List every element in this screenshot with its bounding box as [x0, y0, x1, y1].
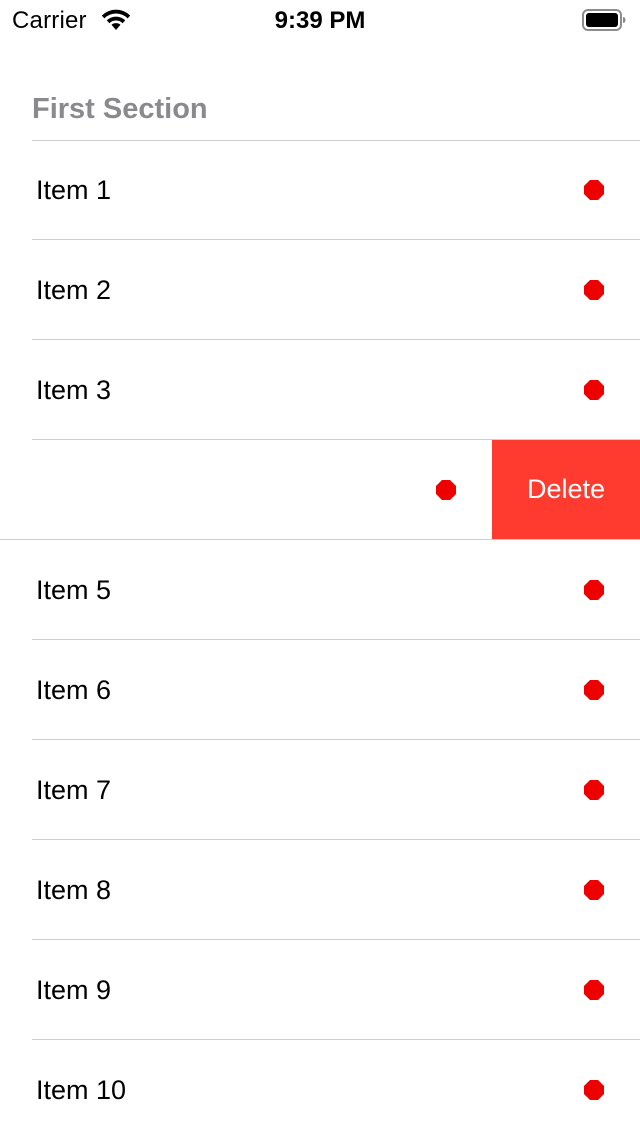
table-row[interactable]: Item 2 [0, 240, 640, 340]
row-label: Item 1 [36, 175, 112, 205]
table-row[interactable]: Item 7 [0, 740, 640, 840]
table-row[interactable]: Item 5 [0, 540, 640, 640]
row-content[interactable]: Item 7 [0, 740, 640, 840]
red-diamond-icon [584, 1080, 604, 1100]
row-label: Item 7 [36, 775, 112, 805]
row-content[interactable]: Item 3 [0, 340, 640, 440]
table-row[interactable]: Item 1 [0, 140, 640, 240]
row-content[interactable]: Item 1 [0, 140, 640, 240]
table-row[interactable]: Item 8 [0, 840, 640, 940]
red-diamond-icon [584, 180, 604, 200]
red-diamond-icon [584, 580, 604, 600]
delete-button[interactable]: Delete [492, 440, 640, 539]
row-content[interactable]: Item 2 [0, 240, 640, 340]
row-label: Item 2 [36, 275, 112, 305]
red-diamond-icon [584, 980, 604, 1000]
row-content[interactable]: Item 9 [0, 940, 640, 1040]
red-diamond-icon [436, 480, 456, 500]
section-header: First Section [32, 93, 208, 125]
table-row[interactable]: Item 6 [0, 640, 640, 740]
row-label: Item 8 [36, 875, 112, 905]
red-diamond-icon [584, 780, 604, 800]
row-content[interactable]: Item 5 [0, 540, 640, 640]
row-label: Item 6 [36, 675, 112, 705]
battery-icon [582, 9, 626, 31]
row-content[interactable]: Item 8 [0, 840, 640, 940]
table-row[interactable]: Item 3 [0, 340, 640, 440]
row-label: Item 3 [36, 375, 112, 405]
red-diamond-icon [584, 280, 604, 300]
red-diamond-icon [584, 380, 604, 400]
status-bar: Carrier 9:39 PM [0, 0, 640, 40]
table-row[interactable]: Item 9 [0, 940, 640, 1040]
table-view[interactable]: Item 1 Item 2 Item 3 Delete Item 5 Item … [0, 140, 640, 1140]
row-label: Item 10 [36, 1075, 127, 1105]
row-content[interactable]: Item 6 [0, 640, 640, 740]
status-time: 9:39 PM [274, 7, 366, 34]
row-label: Item 5 [36, 575, 112, 605]
red-diamond-icon [584, 680, 604, 700]
row-label: Item 9 [36, 975, 112, 1005]
table-row-swiped[interactable]: Delete [0, 440, 640, 540]
row-content[interactable]: Item 10 [0, 1040, 640, 1140]
table-row[interactable]: Item 10 [0, 1040, 640, 1140]
row-content[interactable] [0, 440, 492, 540]
red-diamond-icon [584, 880, 604, 900]
